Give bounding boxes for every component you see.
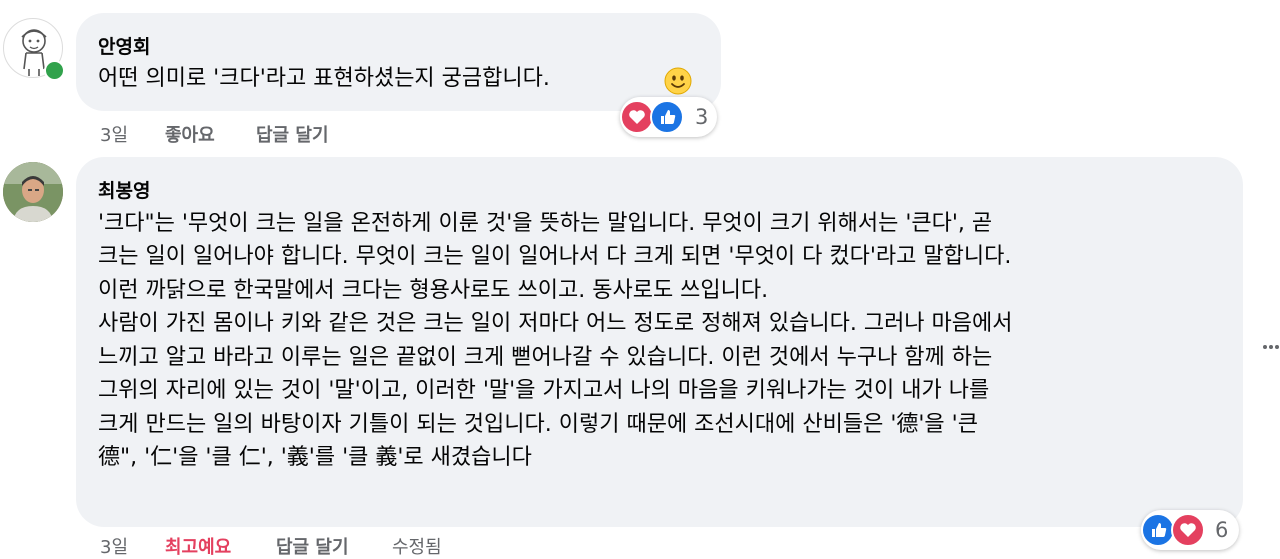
comment-text-line: 德", '仁'을 '클 仁', '義'를 '클 義'로 새겼습니다 bbox=[98, 445, 532, 470]
comment-timestamp[interactable]: 3일 bbox=[100, 533, 128, 559]
comment-timestamp[interactable]: 3일 bbox=[100, 121, 128, 147]
comment-author[interactable]: 최봉영 bbox=[98, 176, 150, 203]
edited-label[interactable]: 수정됨 bbox=[392, 533, 442, 559]
avatar[interactable] bbox=[3, 162, 63, 222]
profile-photo-icon bbox=[3, 162, 63, 222]
comment-text-line: 사람이 가진 몸이나 키와 같은 것은 크는 일이 저마다 어느 정도로 정해져… bbox=[98, 311, 1013, 336]
love-icon bbox=[620, 100, 654, 134]
reaction-summary[interactable]: 6 bbox=[1141, 510, 1239, 550]
reply-button[interactable]: 답글 달기 bbox=[256, 121, 329, 147]
like-icon bbox=[650, 100, 684, 134]
reaction-button[interactable]: 최고예요 bbox=[165, 533, 231, 559]
reaction-summary[interactable]: 3 bbox=[620, 97, 717, 137]
comment-text-line: 이런 까닭으로 한국말에서 크다는 형용사로도 쓰이고. 동사로도 쓰입니다. bbox=[98, 278, 769, 303]
comment-actions: 3일 최고예요 답글 달기 수정됨 bbox=[0, 533, 600, 559]
love-icon bbox=[1171, 513, 1205, 547]
comment-text: 어떤 의미로 '크다'라고 표현하셨는지 궁금합니다. bbox=[98, 66, 550, 91]
online-status-indicator bbox=[44, 60, 65, 81]
like-button[interactable]: 좋아요 bbox=[165, 121, 215, 147]
comment-text-line: '크다"는 '무엇이 크는 일을 온전하게 이룬 것'을 뜻하는 말입니다. 무… bbox=[98, 211, 993, 236]
like-icon bbox=[1141, 513, 1175, 547]
comment-text-line: 크게 만드는 일의 바탕이자 기틀이 되는 것입니다. 이렇기 때문에 조선시대… bbox=[98, 412, 978, 437]
smile-emoji-icon bbox=[664, 67, 692, 95]
more-options-icon[interactable] bbox=[1262, 337, 1280, 349]
comment-author[interactable]: 안영회 bbox=[98, 32, 150, 59]
reply-button[interactable]: 답글 달기 bbox=[276, 533, 349, 559]
comment-text-line: 느끼고 알고 바라고 이루는 일은 끝없이 크게 뻗어나갈 수 있습니다. 이런… bbox=[98, 345, 993, 370]
reaction-count: 3 bbox=[695, 105, 709, 129]
comment-actions: 3일 좋아요 답글 달기 bbox=[0, 121, 400, 147]
reaction-count: 6 bbox=[1215, 518, 1229, 542]
comment-text-line: 그위의 자리에 있는 것이 '말'이고, 이러한 '말'을 가지고서 나의 마음… bbox=[98, 378, 990, 403]
comment-text-line: 크는 일이 일어나야 합니다. 무엇이 크는 일이 일어나서 다 크게 되면 '… bbox=[98, 244, 1012, 269]
